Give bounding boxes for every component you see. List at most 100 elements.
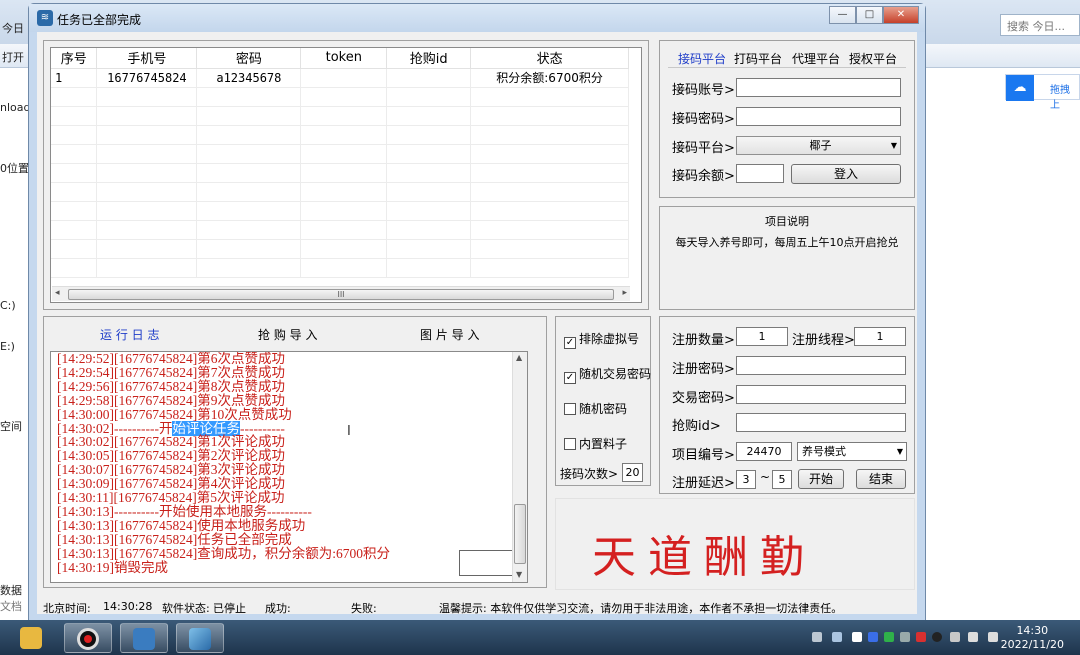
log-line: [14:30:13][16776745824]查询成功，积分余额为:6700积分 xyxy=(57,545,390,561)
account-grid: 序号 手机号 密码 token 抢购id 状态 1 16776745824 a1… xyxy=(51,48,629,278)
baidu-drag-card[interactable]: ☁ 拖拽上 xyxy=(1005,74,1080,111)
log-line: [14:30:09][16776745824]第4次评论成功 xyxy=(57,476,285,492)
tab-proxy-platform[interactable]: 代理平台 xyxy=(792,50,840,67)
exclude-virtual-checkbox[interactable]: ✓ 排除虚拟号 xyxy=(564,330,639,349)
log-line: [14:30:00][16776745824]第10次点赞成功 xyxy=(57,406,292,422)
taskbar-app[interactable] xyxy=(120,623,168,653)
nav-item-docs[interactable]: 文档 xyxy=(0,598,22,614)
tab-buy-import[interactable]: 抢 购 导 入 xyxy=(258,326,317,343)
code-account-input[interactable] xyxy=(736,78,901,97)
shield-icon[interactable] xyxy=(950,632,960,642)
trade-password-input[interactable] xyxy=(736,385,906,404)
register-threads-input[interactable]: 1 xyxy=(854,327,906,346)
explorer-open-button[interactable]: 打开 xyxy=(2,49,24,65)
time-value: 14:30:28 xyxy=(103,600,153,613)
code-times-input[interactable]: 20 xyxy=(622,463,643,482)
register-panel: 注册数量> 1 注册线程> 1 注册密码> 交易密码> 抢购id> 项目编号> … xyxy=(659,316,915,494)
delay-separator: ~ xyxy=(760,470,771,484)
nav-item-space[interactable]: 空间 xyxy=(0,418,22,434)
buy-id-input[interactable] xyxy=(736,413,906,432)
col-header-index[interactable]: 序号 xyxy=(51,48,98,69)
code-times-label: 接码次数> xyxy=(560,467,619,481)
network-icon[interactable] xyxy=(968,632,978,642)
col-header-buy-id[interactable]: 抢购id xyxy=(386,48,472,69)
register-count-input[interactable]: 1 xyxy=(736,327,788,346)
nav-item-data[interactable]: 数据 xyxy=(0,582,22,598)
tray-expand-icon[interactable] xyxy=(832,632,842,642)
mode-value: 养号模式 xyxy=(802,445,846,458)
log-line: [14:30:13][16776745824]任务已全部完成 xyxy=(57,531,292,547)
mode-select[interactable]: 养号模式 ▼ xyxy=(797,442,907,461)
random-pwd-label: 随机密码 xyxy=(579,402,628,416)
minimize-button[interactable]: — xyxy=(829,6,856,24)
scroll-down-icon[interactable]: ▼ xyxy=(516,570,522,579)
tray-misc-icon[interactable] xyxy=(900,632,910,642)
nav-item-drive-c[interactable]: C:) xyxy=(0,299,16,312)
qq-icon[interactable] xyxy=(932,632,942,642)
nav-item-drive-e[interactable]: E:) xyxy=(0,340,15,353)
code-platform-select[interactable]: 椰子 ▼ xyxy=(736,136,901,155)
start-button[interactable]: 开始 xyxy=(798,469,844,489)
scroll-left-icon[interactable]: ◂ xyxy=(55,288,60,298)
wechat-icon[interactable] xyxy=(884,632,894,642)
table-scroll-thumb[interactable]: III xyxy=(68,289,614,300)
log-scroll-thumb[interactable] xyxy=(514,504,526,564)
tab-auth-platform[interactable]: 授权平台 xyxy=(849,50,897,67)
cell-status: 积分余额:6700积分 xyxy=(470,68,629,88)
code-balance-label: 接码余额> xyxy=(672,169,735,184)
random-trade-pwd-checkbox[interactable]: ✓ 随机交易密码 xyxy=(564,365,651,384)
taskbar-window[interactable] xyxy=(176,623,224,653)
delay-min-input[interactable]: 3 xyxy=(736,470,756,489)
taskbar: 14:30 2022/11/20 xyxy=(0,620,1080,655)
col-header-token[interactable]: token xyxy=(300,48,388,69)
log-vertical-scrollbar[interactable]: ▲ ▼ xyxy=(512,352,527,582)
tray-app-icon[interactable] xyxy=(852,632,862,642)
random-pwd-checkbox[interactable]: 随机密码 xyxy=(564,400,627,417)
col-header-phone[interactable]: 手机号 xyxy=(96,48,198,69)
run-log-textarea[interactable]: [14:29:52][16776745824]第6次点赞成功 [14:29:54]… xyxy=(50,351,528,583)
window-title: 任务已全部完成 xyxy=(57,13,142,27)
table-row[interactable]: 1 16776745824 a12345678 积分余额:6700积分 xyxy=(51,68,629,88)
table-horizontal-scrollbar[interactable]: ◂ III ▸ xyxy=(52,286,630,301)
log-line: [14:30:19]销毁完成 xyxy=(57,559,168,575)
keyboard-icon[interactable] xyxy=(812,632,822,642)
builtin-material-checkbox[interactable]: 内置料子 xyxy=(564,435,627,452)
scroll-right-icon[interactable]: ▸ xyxy=(622,288,627,298)
code-password-label: 接码密码> xyxy=(672,112,735,127)
checkbox-checked-icon: ✓ xyxy=(564,337,576,349)
tab-image-import[interactable]: 图 片 导 入 xyxy=(420,326,479,343)
fail-label: 失败: xyxy=(351,602,377,615)
exclude-virtual-label: 排除虚拟号 xyxy=(579,332,640,346)
register-password-input[interactable] xyxy=(736,356,906,375)
checkbox-checked-icon: ✓ xyxy=(564,372,576,384)
close-button[interactable]: ✕ xyxy=(883,6,919,24)
text-cursor-icon: I xyxy=(347,424,351,439)
taskbar-explorer[interactable] xyxy=(8,623,56,653)
scroll-up-icon[interactable]: ▲ xyxy=(516,353,522,362)
col-header-password[interactable]: 密码 xyxy=(196,48,302,69)
video-icon[interactable] xyxy=(868,632,878,642)
col-header-status[interactable]: 状态 xyxy=(470,48,629,69)
volume-icon[interactable] xyxy=(988,632,998,642)
cloud-icon: ☁ xyxy=(1006,75,1034,101)
taskbar-recorder[interactable] xyxy=(64,623,112,653)
explorer-search-input[interactable]: 搜索 今日... xyxy=(1000,14,1080,36)
cell-buy-id xyxy=(386,68,472,88)
maximize-button[interactable]: □ xyxy=(856,6,883,24)
project-no-input[interactable]: 24470 xyxy=(736,442,792,461)
tab-run-log[interactable]: 运 行 日 志 xyxy=(100,326,159,343)
tab-code-platform[interactable]: 接码平台 xyxy=(678,50,726,67)
title-bar[interactable]: ≋ 任务已全部完成 — □ ✕ xyxy=(29,4,925,32)
delay-max-input[interactable]: 5 xyxy=(772,470,792,489)
tab-captcha-platform[interactable]: 打码平台 xyxy=(734,50,782,67)
code-account-label: 接码账号> xyxy=(672,83,735,98)
project-no-label: 项目编号> xyxy=(672,448,735,463)
app-logo-icon xyxy=(133,628,155,650)
end-button[interactable]: 结束 xyxy=(856,469,906,489)
log-line: [14:30:13][16776745824]使用本地服务成功 xyxy=(57,517,306,533)
login-button[interactable]: 登入 xyxy=(791,164,901,184)
clock[interactable]: 14:30 2022/11/20 xyxy=(1001,624,1064,652)
antivirus-icon[interactable] xyxy=(916,632,926,642)
nav-item-location[interactable]: 0位置 xyxy=(0,160,29,176)
code-password-input[interactable] xyxy=(736,107,901,126)
